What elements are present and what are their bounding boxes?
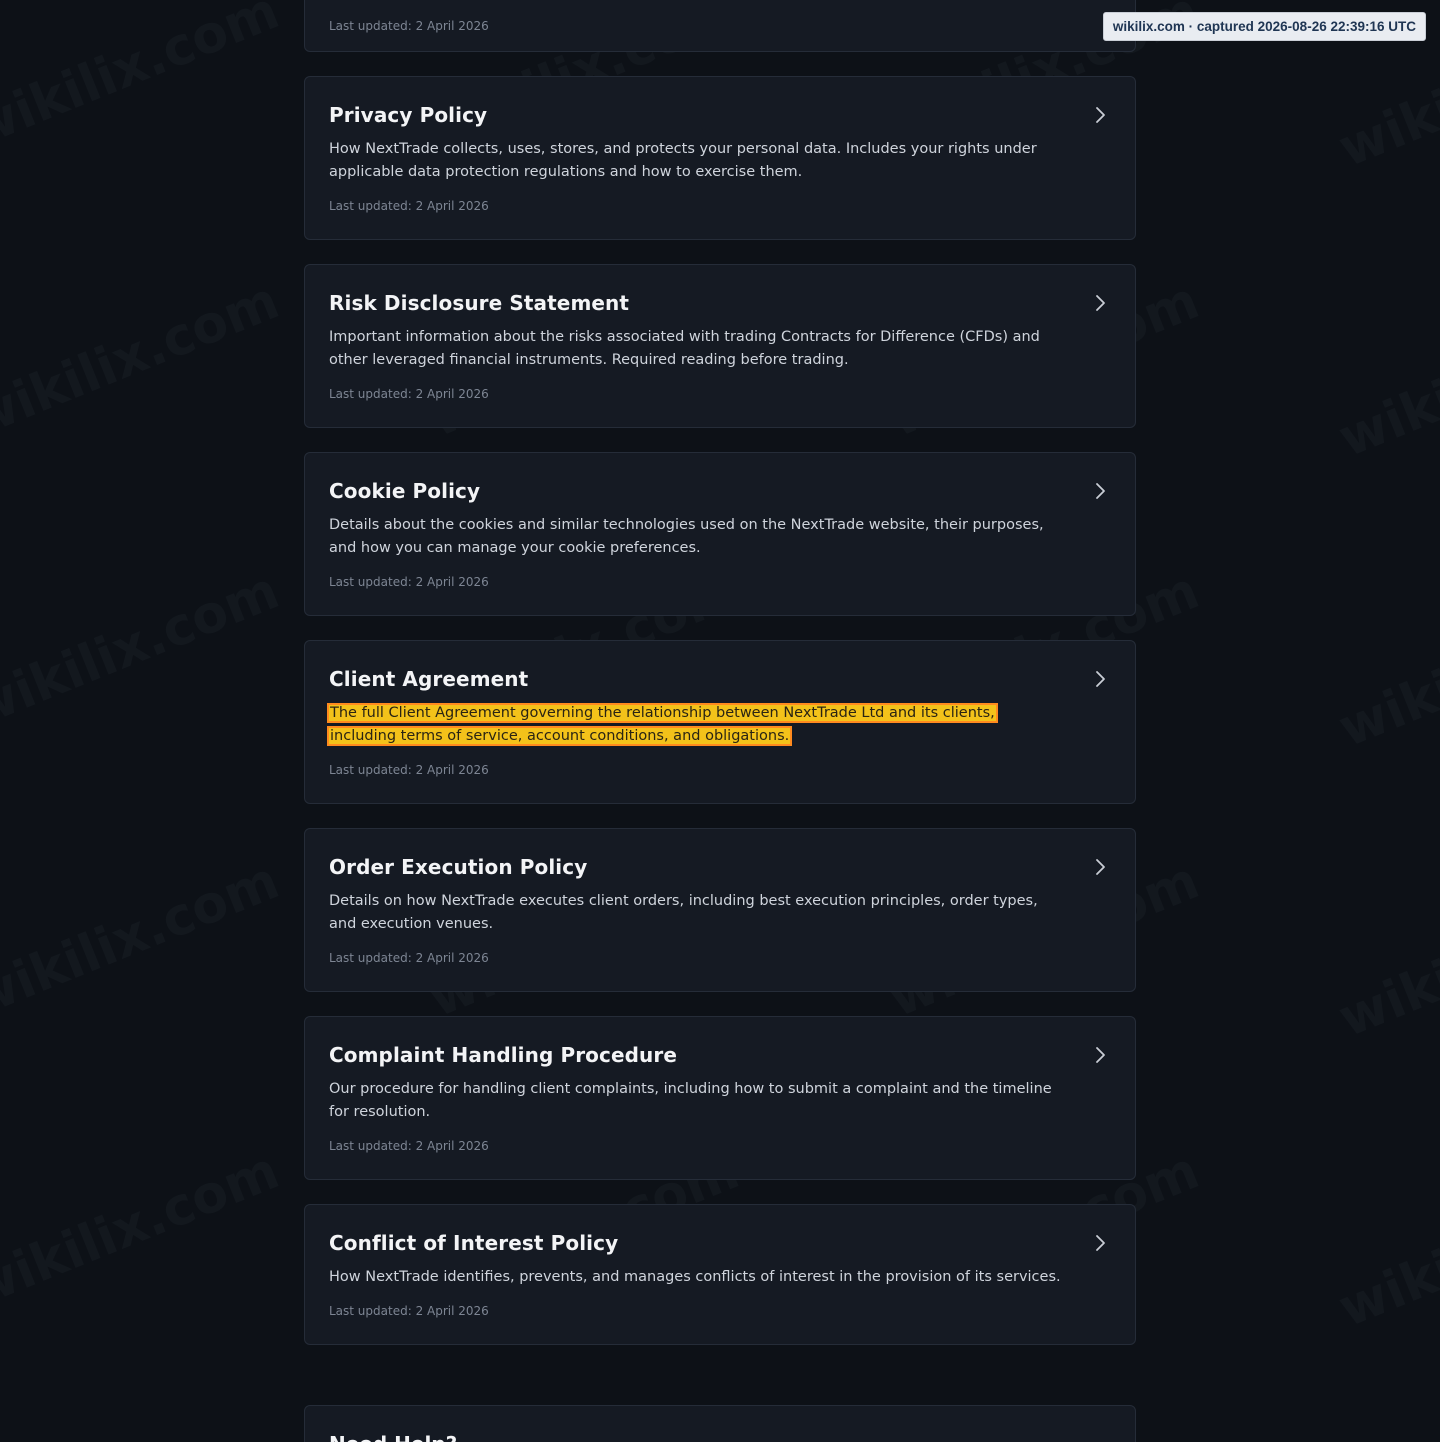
legal-documents-page: wikilix.com wikilix.com wikilix.com wiki… — [0, 0, 1440, 1442]
policy-card-client-agreement[interactable]: Client Agreement The full Client Agreeme… — [304, 640, 1136, 804]
last-updated-label: Last updated: 2 April 2026 — [329, 951, 489, 965]
last-updated-label: Last updated: 2 April 2026 — [329, 19, 489, 33]
chevron-right-icon[interactable] — [1091, 857, 1109, 877]
policy-title: Risk Disclosure Statement — [329, 291, 630, 315]
policy-card-order-execution[interactable]: Order Execution Policy Details on how Ne… — [304, 828, 1136, 992]
policy-list: Last updated: 2 April 2026 Privacy Polic… — [304, 0, 1136, 1369]
chevron-right-icon[interactable] — [1091, 481, 1109, 501]
last-updated-label: Last updated: 2 April 2026 — [329, 387, 489, 401]
policy-title: Privacy Policy — [329, 103, 488, 127]
watermark-text: wikilix.com — [0, 0, 288, 160]
watermark-text: wikilix.com — [0, 560, 288, 740]
last-updated-label: Last updated: 2 April 2026 — [329, 575, 489, 589]
watermark-text: wikilix.com — [0, 850, 288, 1030]
policy-title: Conflict of Interest Policy — [329, 1231, 619, 1255]
capture-timestamp-badge: wikilix.com · captured 2026-08-26 22:39:… — [1102, 12, 1426, 41]
watermark-text: wikilix.com — [0, 1140, 288, 1320]
highlighted-description: The full Client Agreement governing the … — [327, 703, 998, 746]
policy-description: Our procedure for handling client compla… — [329, 1081, 1052, 1120]
chevron-right-icon[interactable] — [1091, 669, 1109, 689]
chevron-right-icon[interactable] — [1091, 1233, 1109, 1253]
need-help-card: Need Help? — [304, 1405, 1136, 1442]
policy-description: Details on how NextTrade executes client… — [329, 893, 1038, 932]
policy-title: Complaint Handling Procedure — [329, 1043, 678, 1067]
policy-description: How NextTrade identifies, prevents, and … — [329, 1269, 1061, 1285]
policy-title: Order Execution Policy — [329, 855, 588, 879]
last-updated-label: Last updated: 2 April 2026 — [329, 763, 489, 777]
watermark-text: wikilix.com — [1330, 290, 1440, 470]
policy-title: Cookie Policy — [329, 479, 481, 503]
last-updated-label: Last updated: 2 April 2026 — [329, 199, 489, 213]
policy-card-complaint-handling[interactable]: Complaint Handling Procedure Our procedu… — [304, 1016, 1136, 1180]
chevron-right-icon[interactable] — [1091, 105, 1109, 125]
last-updated-label: Last updated: 2 April 2026 — [329, 1304, 489, 1318]
need-help-title: Need Help? — [329, 1430, 1111, 1442]
policy-card-cookie[interactable]: Cookie Policy Details about the cookies … — [304, 452, 1136, 616]
last-updated-label: Last updated: 2 April 2026 — [329, 1139, 489, 1153]
policy-title: Client Agreement — [329, 667, 529, 691]
chevron-right-icon[interactable] — [1091, 293, 1109, 313]
policy-description: The full Client Agreement governing the … — [327, 702, 1065, 748]
watermark-text: wikilix.com — [1330, 1160, 1440, 1340]
watermark-text: wikilix.com — [0, 270, 288, 450]
policy-description: Important information about the risks as… — [329, 329, 1040, 368]
watermark-text: wikilix.com — [1330, 870, 1440, 1050]
policy-description: How NextTrade collects, uses, stores, an… — [329, 141, 1037, 180]
policy-card-conflict-of-interest[interactable]: Conflict of Interest Policy How NextTrad… — [304, 1204, 1136, 1345]
policy-card-previous[interactable]: Last updated: 2 April 2026 — [304, 0, 1136, 52]
chevron-right-icon[interactable] — [1091, 1045, 1109, 1065]
watermark-text: wikilix.com — [1330, 580, 1440, 760]
policy-card-privacy[interactable]: Privacy Policy How NextTrade collects, u… — [304, 76, 1136, 240]
policy-card-risk-disclosure[interactable]: Risk Disclosure Statement Important info… — [304, 264, 1136, 428]
policy-description: Details about the cookies and similar te… — [329, 517, 1044, 556]
